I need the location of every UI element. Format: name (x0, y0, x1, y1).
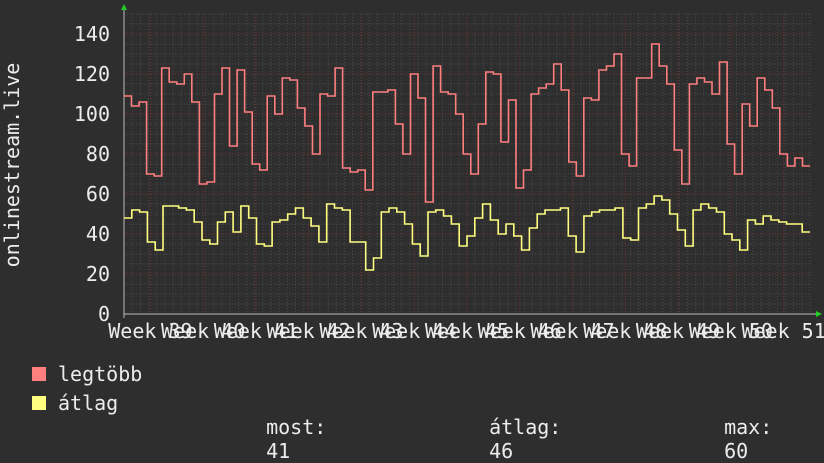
legend-swatch-avg (32, 396, 46, 410)
stat-max: max: 60 (700, 391, 772, 463)
stat-current: most: 41 (242, 391, 326, 463)
legend-swatch-max (32, 367, 46, 381)
legend-item-avg: átlag (32, 391, 118, 415)
y-tick-label: 60 (86, 182, 110, 206)
stat-average: átlag: 46 (465, 391, 561, 463)
x-axis-arrow (816, 311, 822, 317)
stat-average-label: átlag: (489, 415, 562, 439)
x-tick-label: Week 51 (741, 319, 824, 340)
y-axis-arrow (121, 4, 127, 10)
legend-label-max: legtöbb (58, 362, 143, 386)
y-tick-label: 80 (86, 142, 110, 166)
y-tick-labels: 020406080100120140 (74, 22, 110, 326)
chart: 020406080100120140 Week 39Week 40Week 41… (0, 4, 824, 340)
y-tick-label: 40 (86, 222, 110, 246)
grid (123, 13, 811, 315)
stat-max-value: 60 (724, 439, 749, 463)
legend-item-max: legtöbb (32, 362, 142, 386)
y-axis-label: onlinestream.live (0, 63, 24, 268)
y-tick-label: 140 (74, 22, 110, 46)
y-tick-label: 20 (86, 262, 110, 286)
stat-current-label: most: (266, 415, 327, 439)
x-tick-labels: Week 39Week 40Week 41Week 42Week 43Week … (108, 319, 824, 340)
stat-max-label: max: (724, 415, 773, 439)
y-tick-label: 120 (74, 62, 110, 86)
legend-label-avg: átlag (58, 391, 119, 415)
stat-average-value: 46 (489, 439, 514, 463)
y-tick-label: 100 (74, 102, 110, 126)
stat-current-value: 41 (266, 439, 291, 463)
